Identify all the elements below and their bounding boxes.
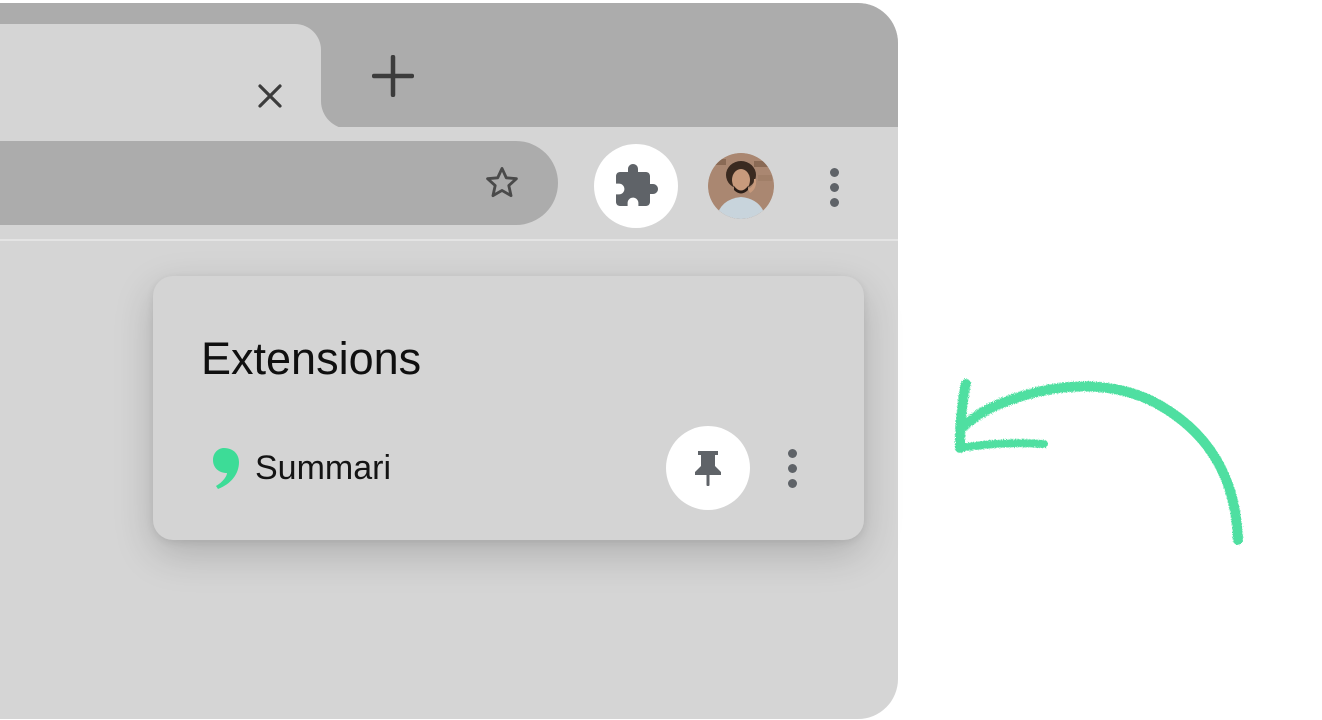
address-bar[interactable] bbox=[0, 141, 558, 225]
more-vert-icon bbox=[829, 167, 839, 177]
tab-close-button[interactable] bbox=[252, 78, 288, 114]
browser-menu-button[interactable] bbox=[818, 163, 850, 211]
close-icon bbox=[258, 84, 282, 108]
tab-curve bbox=[321, 101, 349, 129]
avatar bbox=[708, 153, 774, 219]
more-vert-dot bbox=[829, 197, 839, 207]
screenshot-stage: Extensions Summari bbox=[0, 0, 1322, 720]
star-outline-icon bbox=[486, 167, 518, 198]
pin-icon bbox=[695, 451, 721, 486]
new-tab-button[interactable] bbox=[368, 51, 418, 101]
extension-menu-button[interactable] bbox=[776, 444, 808, 492]
more-vert-icon bbox=[787, 448, 797, 458]
extension-list-item[interactable]: Summari bbox=[201, 426, 821, 510]
browser-toolbar bbox=[0, 127, 898, 239]
profile-avatar[interactable] bbox=[708, 153, 774, 219]
puzzle-piece-icon bbox=[616, 164, 658, 206]
more-vert-dot bbox=[829, 182, 839, 192]
bookmark-star-button[interactable] bbox=[482, 163, 522, 203]
annotation-arrow bbox=[955, 379, 1243, 545]
more-vert-dot bbox=[787, 463, 797, 473]
pin-extension-button[interactable] bbox=[666, 426, 750, 510]
popup-title: Extensions bbox=[201, 333, 422, 384]
browser-tab[interactable] bbox=[0, 24, 321, 129]
tab-strip bbox=[0, 3, 898, 129]
toolbar-divider bbox=[0, 239, 898, 241]
extensions-popup: Extensions Summari bbox=[153, 276, 864, 540]
extensions-button[interactable] bbox=[594, 144, 678, 228]
more-vert-dot bbox=[787, 478, 797, 488]
summari-logo-icon bbox=[213, 448, 239, 489]
extension-name: Summari bbox=[255, 449, 392, 487]
plus-icon bbox=[372, 55, 414, 97]
